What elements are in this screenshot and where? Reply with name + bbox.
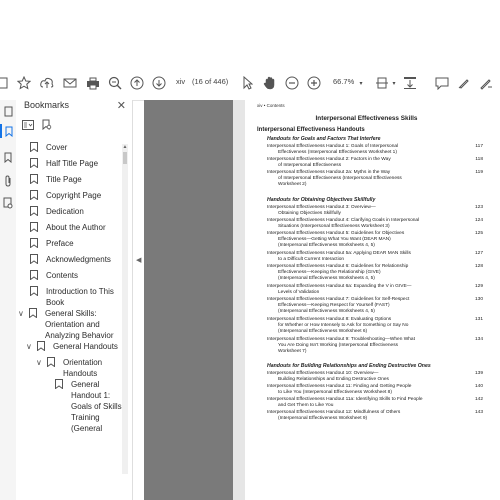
subsection-title: Handouts for Building Relationships and … [267, 363, 431, 369]
previous-page-icon[interactable] [129, 73, 145, 93]
bookmark-title-page[interactable]: Title Page [30, 174, 82, 185]
page-count-label: (16 of 446) [192, 77, 229, 86]
bookmark-star-icon[interactable] [16, 73, 32, 93]
bookmark-label: Cover [46, 143, 68, 152]
home-icon[interactable] [0, 73, 10, 93]
bookmarks-scrollbar[interactable]: ▲ [122, 144, 128, 474]
page-number-field[interactable]: xiv [176, 77, 185, 86]
bookmark-about-the-author[interactable]: About the Author [30, 222, 106, 233]
zoom-level-field[interactable]: 66.7% [333, 77, 354, 86]
zoom-dropdown-chevron-icon[interactable]: ▾ [356, 73, 366, 93]
sign-icon[interactable] [478, 73, 494, 93]
bookmark-general-skills[interactable]: ∨ General Skills: Orientation and Analyzin… [18, 308, 113, 341]
comment-icon[interactable] [402, 73, 418, 93]
mail-icon[interactable] [62, 73, 78, 93]
toc-entry[interactable]: Interpersonal Effectiveness Handout 8: E… [267, 317, 483, 336]
bookmark-label: General Handout 1: Goals of Skills Training… [71, 380, 122, 433]
toc-entry[interactable]: Interpersonal Effectiveness Handout 10: … [267, 371, 483, 383]
toc-entry[interactable]: Interpersonal Effectiveness Handout 5a: … [267, 251, 483, 263]
toc-entry[interactable]: Interpersonal Effectiveness Handout 2a: … [267, 170, 483, 189]
paperclip-icon[interactable] [2, 174, 14, 188]
previous-page-edge [144, 100, 233, 500]
subsection-title: Handouts for Obtaining Objectives Skillf… [267, 197, 376, 203]
toc-entry[interactable]: Interpersonal Effectiveness Handout 9: T… [267, 337, 483, 356]
subsection-title: Handouts for Goals and Factors That Inte… [267, 136, 381, 142]
bookmarks-toolbar [22, 118, 52, 134]
bookmarks-panel-icon[interactable] [0, 124, 16, 138]
bookmark-copyright-page[interactable]: Copyright Page [30, 190, 101, 201]
bookmark-label: Title Page [46, 175, 82, 184]
page-thumbnails-icon[interactable] [2, 104, 14, 118]
document-tools-icon[interactable] [2, 196, 14, 210]
toc-entry[interactable]: Interpersonal Effectiveness Handout 11a:… [267, 397, 483, 409]
collapse-chevron-icon[interactable]: ∨ [18, 308, 27, 319]
bookmark-label: About the Author [46, 223, 106, 232]
bookmark-cover[interactable]: Cover [30, 142, 67, 153]
bookmark-label: Preface [46, 239, 74, 248]
collapse-chevron-icon[interactable]: ∨ [26, 341, 35, 352]
toc-entry[interactable]: Interpersonal Effectiveness Handout 11: … [267, 384, 483, 396]
bookmark-label: Introduction to This Book [46, 287, 114, 307]
fit-page-icon[interactable] [374, 73, 390, 93]
zoom-search-icon[interactable] [107, 73, 123, 93]
bookmark-label: General Skills: Orientation and Analyzing … [45, 309, 114, 340]
attachments-icon[interactable] [2, 150, 14, 164]
bookmark-label: Copyright Page [46, 191, 102, 200]
document-page: xiv • Contents Interpersonal Effectivene… [245, 100, 500, 500]
scroll-up-arrow-icon[interactable]: ▲ [122, 144, 128, 150]
next-page-icon[interactable] [151, 73, 167, 93]
toc-entry[interactable]: Interpersonal Effectiveness Handout 6: G… [267, 264, 483, 283]
bookmark-introduction[interactable]: Introduction to This Book [30, 286, 114, 308]
bookmark-label: General Handouts [53, 342, 118, 351]
collapse-chevron-icon[interactable]: ∨ [36, 357, 45, 368]
bookmarks-panel-title: Bookmarks [24, 100, 70, 110]
bookmark-dedication[interactable]: Dedication [30, 206, 84, 217]
toc-entry[interactable]: Interpersonal Effectiveness Handout 5: G… [267, 231, 483, 250]
close-panel-icon[interactable]: ✕ [117, 100, 126, 112]
toc-entry[interactable]: Interpersonal Effectiveness Handout 2: F… [267, 157, 483, 169]
bookmark-contents[interactable]: Contents [30, 270, 78, 281]
zoom-out-icon[interactable] [284, 73, 300, 93]
pen-icon[interactable] [456, 73, 472, 93]
toc-entry[interactable]: Interpersonal Effectiveness Handout 1: G… [267, 144, 483, 156]
bookmarks-panel: Bookmarks ✕ Cover Half Title Page Title … [16, 100, 133, 500]
bookmark-label: Orientation Handouts [63, 358, 103, 378]
bookmark-half-title-page[interactable]: Half Title Page [30, 158, 98, 169]
bookmark-general-handout-1[interactable]: General Handout 1: Goals of Skills Training… [55, 379, 122, 434]
toc-entry[interactable]: Interpersonal Effectiveness Handout 12: … [267, 410, 483, 422]
fit-dropdown-chevron-icon[interactable]: ▾ [390, 73, 398, 93]
section-title: Interpersonal Effectiveness Handouts [257, 127, 365, 133]
bookmark-options-icon[interactable] [22, 120, 34, 132]
toc-entry[interactable]: Interpersonal Effectiveness Handout 3: O… [267, 205, 483, 217]
running-head: xiv • Contents [257, 103, 285, 108]
print-icon[interactable] [85, 73, 101, 93]
toc-entry[interactable]: Interpersonal Effectiveness Handout 6a: … [267, 284, 483, 296]
bookmark-label: Dedication [46, 207, 84, 216]
zoom-in-icon[interactable] [306, 73, 322, 93]
select-cursor-icon[interactable] [240, 73, 256, 93]
hand-tool-icon[interactable] [262, 73, 278, 93]
upload-icon[interactable] [39, 73, 55, 93]
scrollbar-thumb[interactable] [123, 152, 127, 164]
bookmark-label: Acknowledgments [46, 255, 111, 264]
bookmark-general-handouts[interactable]: ∨ General Handouts [26, 341, 118, 352]
top-blank-area [0, 0, 500, 66]
toc-entry[interactable]: Interpersonal Effectiveness Handout 7: G… [267, 297, 483, 316]
main-toolbar: xiv (16 of 446) 66.7% ▾ ▾ [0, 66, 500, 101]
bookmark-orientation-handouts[interactable]: ∨ Orientation Handouts [36, 357, 102, 379]
find-bookmark-icon[interactable] [42, 119, 52, 133]
bookmark-label: Contents [46, 271, 79, 280]
left-tool-rail [0, 100, 17, 500]
bookmark-label: Half Title Page [46, 159, 99, 168]
bookmark-preface[interactable]: Preface [30, 238, 74, 249]
toc-entry[interactable]: Interpersonal Effectiveness Handout 4: C… [267, 218, 483, 230]
bookmark-acknowledgments[interactable]: Acknowledgments [30, 254, 111, 265]
speech-bubble-icon[interactable] [434, 73, 450, 93]
collapse-panel-arrow-icon[interactable]: ◀ [136, 256, 141, 264]
chapter-title: Interpersonal Effectiveness Skills [315, 115, 418, 122]
